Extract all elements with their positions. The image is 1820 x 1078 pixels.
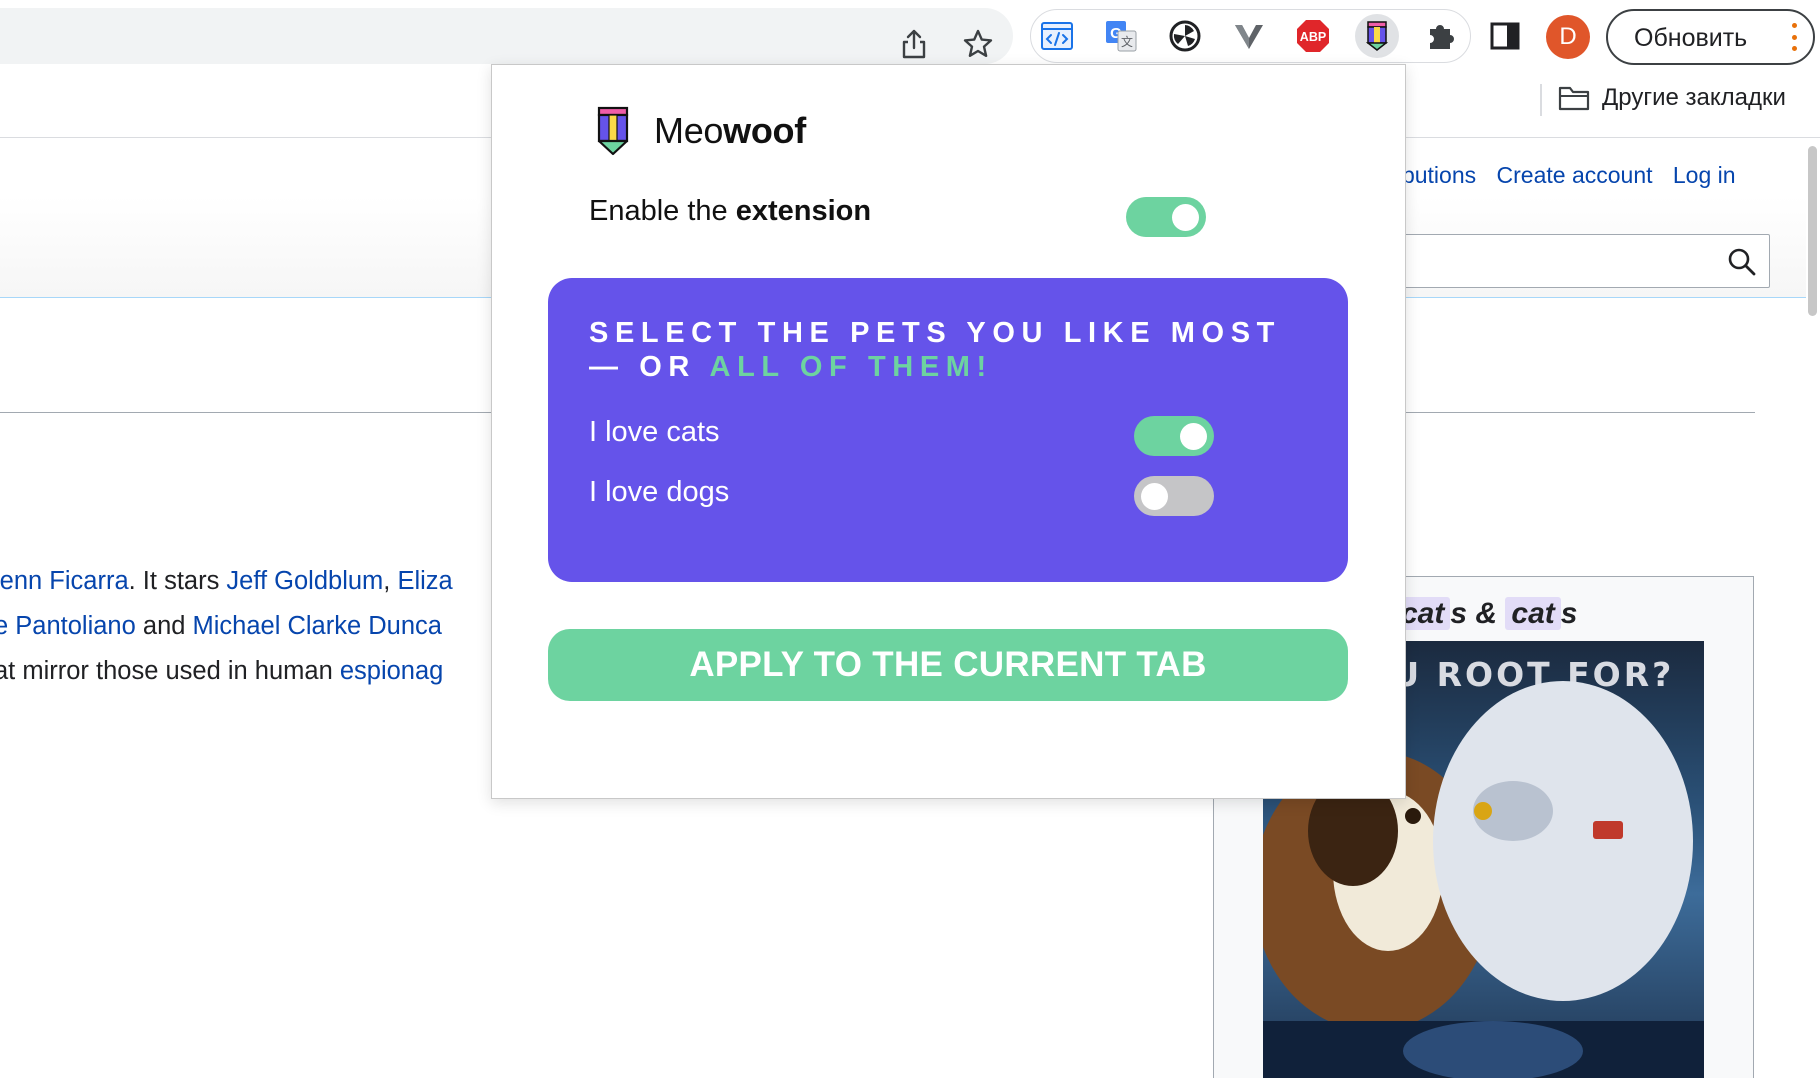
pets-title-accent: ALL OF THEM!: [709, 351, 993, 383]
update-label: Обновить: [1634, 24, 1748, 52]
toggle-knob: [1180, 423, 1207, 450]
infobox-title: cat s & cat s: [1395, 597, 1577, 631]
meowoof-logo-icon: [597, 106, 629, 156]
enable-extension-toggle[interactable]: [1126, 197, 1206, 237]
create-account-link[interactable]: Create account: [1497, 162, 1653, 188]
toggle-knob: [1172, 204, 1199, 231]
love-dogs-toggle[interactable]: [1134, 476, 1214, 516]
article-link[interactable]: Eliza: [397, 567, 452, 595]
scroll-thumb[interactable]: [1808, 146, 1817, 316]
love-cats-toggle[interactable]: [1134, 416, 1214, 456]
avatar-letter: D: [1559, 23, 1577, 50]
abp-text: ABP: [1300, 30, 1326, 44]
article-text-segment: and: [135, 612, 193, 640]
enable-bold: extension: [735, 195, 872, 227]
folder-icon: [1558, 86, 1590, 111]
address-bar[interactable]: [0, 8, 1013, 64]
brand: Meowoof: [596, 105, 806, 157]
article-link[interactable]: lenn Ficarra: [0, 567, 129, 595]
puzzle-extensions-icon[interactable]: [1419, 14, 1463, 58]
search-icon[interactable]: [1727, 247, 1757, 277]
other-bookmarks-folder[interactable]: Другие закладки: [1558, 84, 1786, 112]
browser-toolbar: G文 ABP D Обновить: [0, 0, 1820, 74]
page-scrollbar[interactable]: [1806, 142, 1820, 1078]
apply-label: APPLY TO THE CURRENT TAB: [689, 645, 1207, 684]
article-link[interactable]: Jeff Goldblum: [226, 567, 383, 595]
article-text: lenn Ficarra. It stars Jeff Goldblum, El…: [0, 559, 514, 694]
highlight-cat-2: cat: [1505, 597, 1561, 630]
article-text-segment: at mirror those used in human: [0, 657, 340, 685]
meowoof-icon[interactable]: [1355, 14, 1399, 58]
search-input[interactable]: [1360, 234, 1770, 288]
brand-bold: woof: [723, 110, 806, 151]
toggle-knob: [1141, 483, 1168, 510]
meowoof-popup: Meowoof Enable the extension SELECT THE …: [491, 64, 1406, 799]
enable-extension-label: Enable the extension: [589, 195, 871, 228]
article-link[interactable]: espionag: [340, 657, 444, 685]
v-extension-icon[interactable]: [1227, 14, 1271, 58]
bookmarks-separator: [1540, 84, 1542, 116]
pets-title: SELECT THE PETS YOU LIKE MOST — OR ALL O…: [589, 316, 1309, 384]
title-part-2: s &: [1450, 597, 1506, 630]
pinwheel-icon[interactable]: [1163, 14, 1207, 58]
adblock-plus-icon[interactable]: ABP: [1291, 14, 1335, 58]
enable-prefix: Enable the: [589, 195, 736, 227]
log-in-link[interactable]: Log in: [1673, 162, 1736, 188]
menu-dots-icon[interactable]: [1791, 23, 1797, 51]
love-cats-label: I love cats: [589, 416, 720, 448]
apply-to-current-tab-button[interactable]: APPLY TO THE CURRENT TAB: [548, 629, 1348, 701]
brand-light: Meo: [654, 110, 724, 151]
love-dogs-label: I love dogs: [589, 476, 730, 508]
svg-text:文: 文: [1121, 34, 1133, 49]
pets-selection-card: SELECT THE PETS YOU LIKE MOST — OR ALL O…: [548, 278, 1348, 582]
article-link[interactable]: e Pantoliano: [0, 612, 136, 640]
side-panel-icon[interactable]: [1483, 14, 1527, 58]
article-line-3: at mirror those used in human espionag: [0, 649, 514, 694]
share-icon[interactable]: [894, 24, 934, 64]
article-line-2: e Pantoliano and Michael Clarke Dunca: [0, 604, 514, 649]
article-line-1: lenn Ficarra. It stars Jeff Goldblum, El…: [0, 559, 514, 604]
article-text-segment: ,: [383, 567, 398, 595]
article-text-segment: . It stars: [128, 567, 227, 595]
brand-name: Meowoof: [654, 110, 806, 152]
google-translate-icon[interactable]: G文: [1099, 14, 1143, 58]
browser-window: G文 ABP D Обновить Другие закладки ntribu…: [0, 0, 1820, 1078]
user-links: ntributions Create account Log in: [1370, 162, 1750, 189]
article-link[interactable]: Michael Clarke Dunca: [193, 612, 442, 640]
profile-avatar[interactable]: D: [1546, 15, 1590, 59]
bookmark-star-icon[interactable]: [958, 24, 998, 64]
code-view-icon[interactable]: [1035, 14, 1079, 58]
title-part-4: s: [1560, 597, 1578, 630]
other-bookmarks-label: Другие закладки: [1602, 84, 1786, 111]
update-button[interactable]: Обновить: [1606, 9, 1815, 65]
